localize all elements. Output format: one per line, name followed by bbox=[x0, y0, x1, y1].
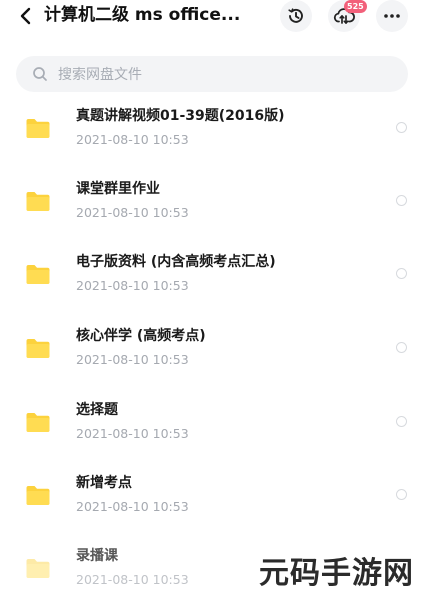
transfer-count-badge: 525 bbox=[344, 0, 367, 13]
list-item[interactable]: 选择题 2021-08-10 10:53 bbox=[0, 393, 424, 466]
top-bar: 计算机二级 ms office... 525 bbox=[0, 0, 424, 32]
file-date: 2021-08-10 10:53 bbox=[76, 352, 189, 367]
search-icon bbox=[32, 66, 48, 82]
file-name: 新增考点 bbox=[76, 475, 132, 491]
file-name: 选择题 bbox=[76, 402, 118, 418]
file-name: 电子版资料 (内含高频考点汇总) bbox=[76, 254, 276, 270]
chevron-left-icon bbox=[20, 7, 31, 25]
more-dots-icon bbox=[384, 14, 400, 18]
page-title: 计算机二级 ms office... bbox=[44, 5, 241, 25]
select-radio[interactable] bbox=[396, 122, 407, 133]
file-name: 录播课 bbox=[76, 548, 118, 564]
search-placeholder: 搜索网盘文件 bbox=[58, 67, 142, 83]
folder-icon bbox=[26, 192, 50, 211]
file-browser-screen: 计算机二级 ms office... 525 搜索网盘文件 真题讲解视频01-3… bbox=[0, 0, 424, 600]
file-date: 2021-08-10 10:53 bbox=[76, 278, 189, 293]
history-button[interactable] bbox=[280, 0, 312, 32]
folder-icon bbox=[26, 413, 50, 432]
file-name: 真题讲解视频01-39题(2016版) bbox=[76, 108, 285, 124]
more-button[interactable] bbox=[376, 0, 408, 32]
select-radio[interactable] bbox=[396, 268, 407, 279]
list-item[interactable]: 核心伴学 (高频考点) 2021-08-10 10:53 bbox=[0, 319, 424, 392]
select-radio[interactable] bbox=[396, 416, 407, 427]
file-date: 2021-08-10 10:53 bbox=[76, 499, 189, 514]
list-item[interactable]: 课堂群里作业 2021-08-10 10:53 bbox=[0, 172, 424, 245]
file-date: 2021-08-10 10:53 bbox=[76, 572, 189, 587]
file-name: 核心伴学 (高频考点) bbox=[76, 328, 206, 344]
folder-icon bbox=[26, 119, 50, 138]
clock-history-icon bbox=[288, 8, 303, 23]
list-item[interactable]: 新增考点 2021-08-10 10:53 bbox=[0, 466, 424, 539]
file-date: 2021-08-10 10:53 bbox=[76, 426, 189, 441]
folder-icon bbox=[26, 559, 50, 578]
search-input[interactable]: 搜索网盘文件 bbox=[16, 56, 408, 92]
watermark: 元码手游网 bbox=[259, 556, 414, 591]
file-date: 2021-08-10 10:53 bbox=[76, 205, 189, 220]
list-item[interactable]: 真题讲解视频01-39题(2016版) 2021-08-10 10:53 bbox=[0, 99, 424, 172]
select-radio[interactable] bbox=[396, 342, 407, 353]
list-item[interactable]: 电子版资料 (内含高频考点汇总) 2021-08-10 10:53 bbox=[0, 245, 424, 318]
folder-icon bbox=[26, 265, 50, 284]
select-radio[interactable] bbox=[396, 195, 407, 206]
select-radio[interactable] bbox=[396, 489, 407, 500]
file-date: 2021-08-10 10:53 bbox=[76, 132, 189, 147]
file-name: 课堂群里作业 bbox=[76, 181, 160, 197]
back-button[interactable] bbox=[14, 4, 38, 28]
folder-icon bbox=[26, 486, 50, 505]
folder-icon bbox=[26, 339, 50, 358]
